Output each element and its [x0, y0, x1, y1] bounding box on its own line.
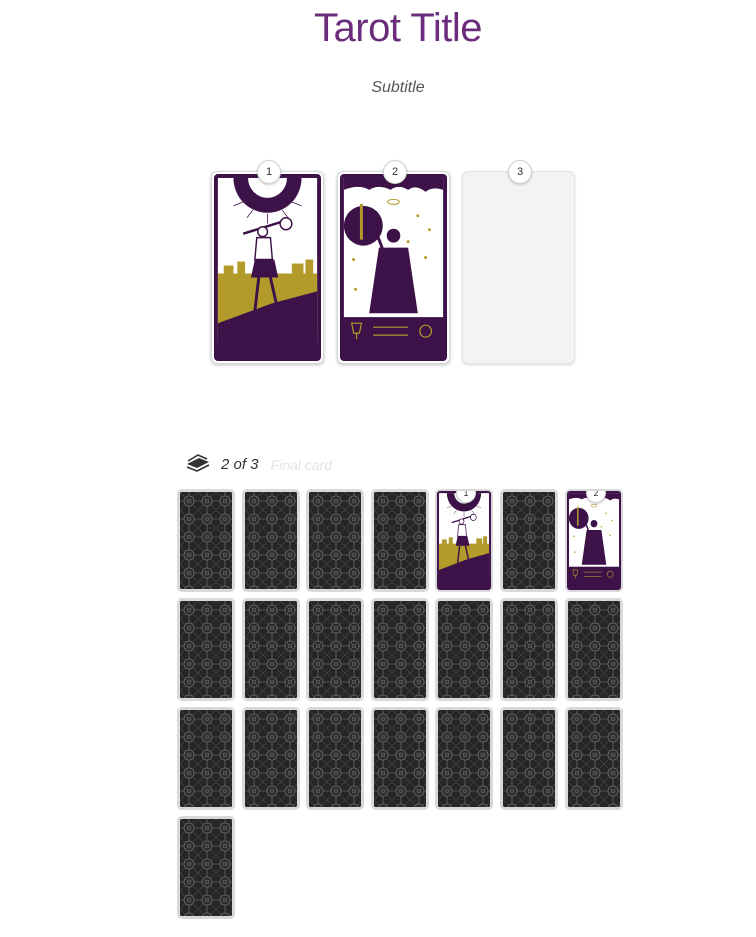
page-title: Tarot Title: [314, 6, 482, 50]
card-back-pattern: [438, 601, 490, 698]
card-back-pattern: [180, 819, 232, 916]
card-back-pattern: [309, 601, 361, 698]
card-back-pattern: [568, 710, 620, 807]
deck-card-back[interactable]: [177, 489, 235, 592]
page-subtitle: Subtitle: [371, 79, 425, 96]
card-back-pattern: [503, 710, 555, 807]
card-back-pattern: [374, 710, 426, 807]
deck-card-back[interactable]: [306, 707, 364, 810]
card-back-pattern: [245, 492, 297, 589]
magician-card-face: [340, 174, 447, 361]
card-back-pattern: [180, 601, 232, 698]
deck-card-back[interactable]: [242, 598, 300, 701]
card-back-pattern: [309, 710, 361, 807]
fool-card-face: [214, 174, 321, 361]
deck-card-back[interactable]: [500, 489, 558, 592]
deck-card-back[interactable]: [177, 707, 235, 810]
deck-card-back[interactable]: [371, 707, 429, 810]
card-back-pattern: [180, 710, 232, 807]
deck-card-back[interactable]: [500, 707, 558, 810]
card-back-pattern: [180, 492, 232, 589]
deck-card-back[interactable]: [306, 598, 364, 701]
deck-card-back[interactable]: [177, 598, 235, 701]
deck-card-back[interactable]: [565, 598, 623, 701]
deck-card-back[interactable]: [242, 489, 300, 592]
card-back-pattern: [309, 492, 361, 589]
deck-card-picked[interactable]: 2: [565, 489, 623, 592]
magician-card-face: [567, 491, 621, 590]
progress-hint: Final card: [270, 456, 332, 473]
card-back-pattern: [245, 601, 297, 698]
card-back-pattern: [438, 710, 490, 807]
card-back-pattern: [568, 601, 620, 698]
draw-progress: 2 of 3 Final card: [185, 452, 332, 477]
spread-slot-2[interactable]: 2: [337, 160, 450, 364]
card-back-pattern: [245, 710, 297, 807]
slot-number-badge: 3: [508, 160, 532, 184]
deck-card-back[interactable]: [371, 598, 429, 701]
card-back-pattern: [374, 492, 426, 589]
deck-card-back[interactable]: [500, 598, 558, 701]
deck-card-back[interactable]: [242, 707, 300, 810]
spread-slot-1[interactable]: 1: [211, 160, 324, 364]
deck-card-back[interactable]: [435, 598, 493, 701]
deck-stack-icon: [185, 452, 211, 477]
progress-count: 2 of 3: [221, 456, 259, 473]
fool-card-face: [437, 491, 491, 590]
card-back-pattern: [503, 601, 555, 698]
deck-card-back[interactable]: [306, 489, 364, 592]
card-back-pattern: [503, 492, 555, 589]
card-back-pattern: [374, 601, 426, 698]
deck-card-back[interactable]: [371, 489, 429, 592]
spread-slot-3[interactable]: 3: [462, 160, 575, 364]
deck-card-back[interactable]: [435, 707, 493, 810]
deck-card-back[interactable]: [177, 816, 235, 919]
slot-number-badge: 1: [257, 160, 281, 184]
deck-card-back[interactable]: [565, 707, 623, 810]
deck-card-picked[interactable]: 1: [435, 489, 493, 592]
slot-number-badge: 2: [383, 160, 407, 184]
